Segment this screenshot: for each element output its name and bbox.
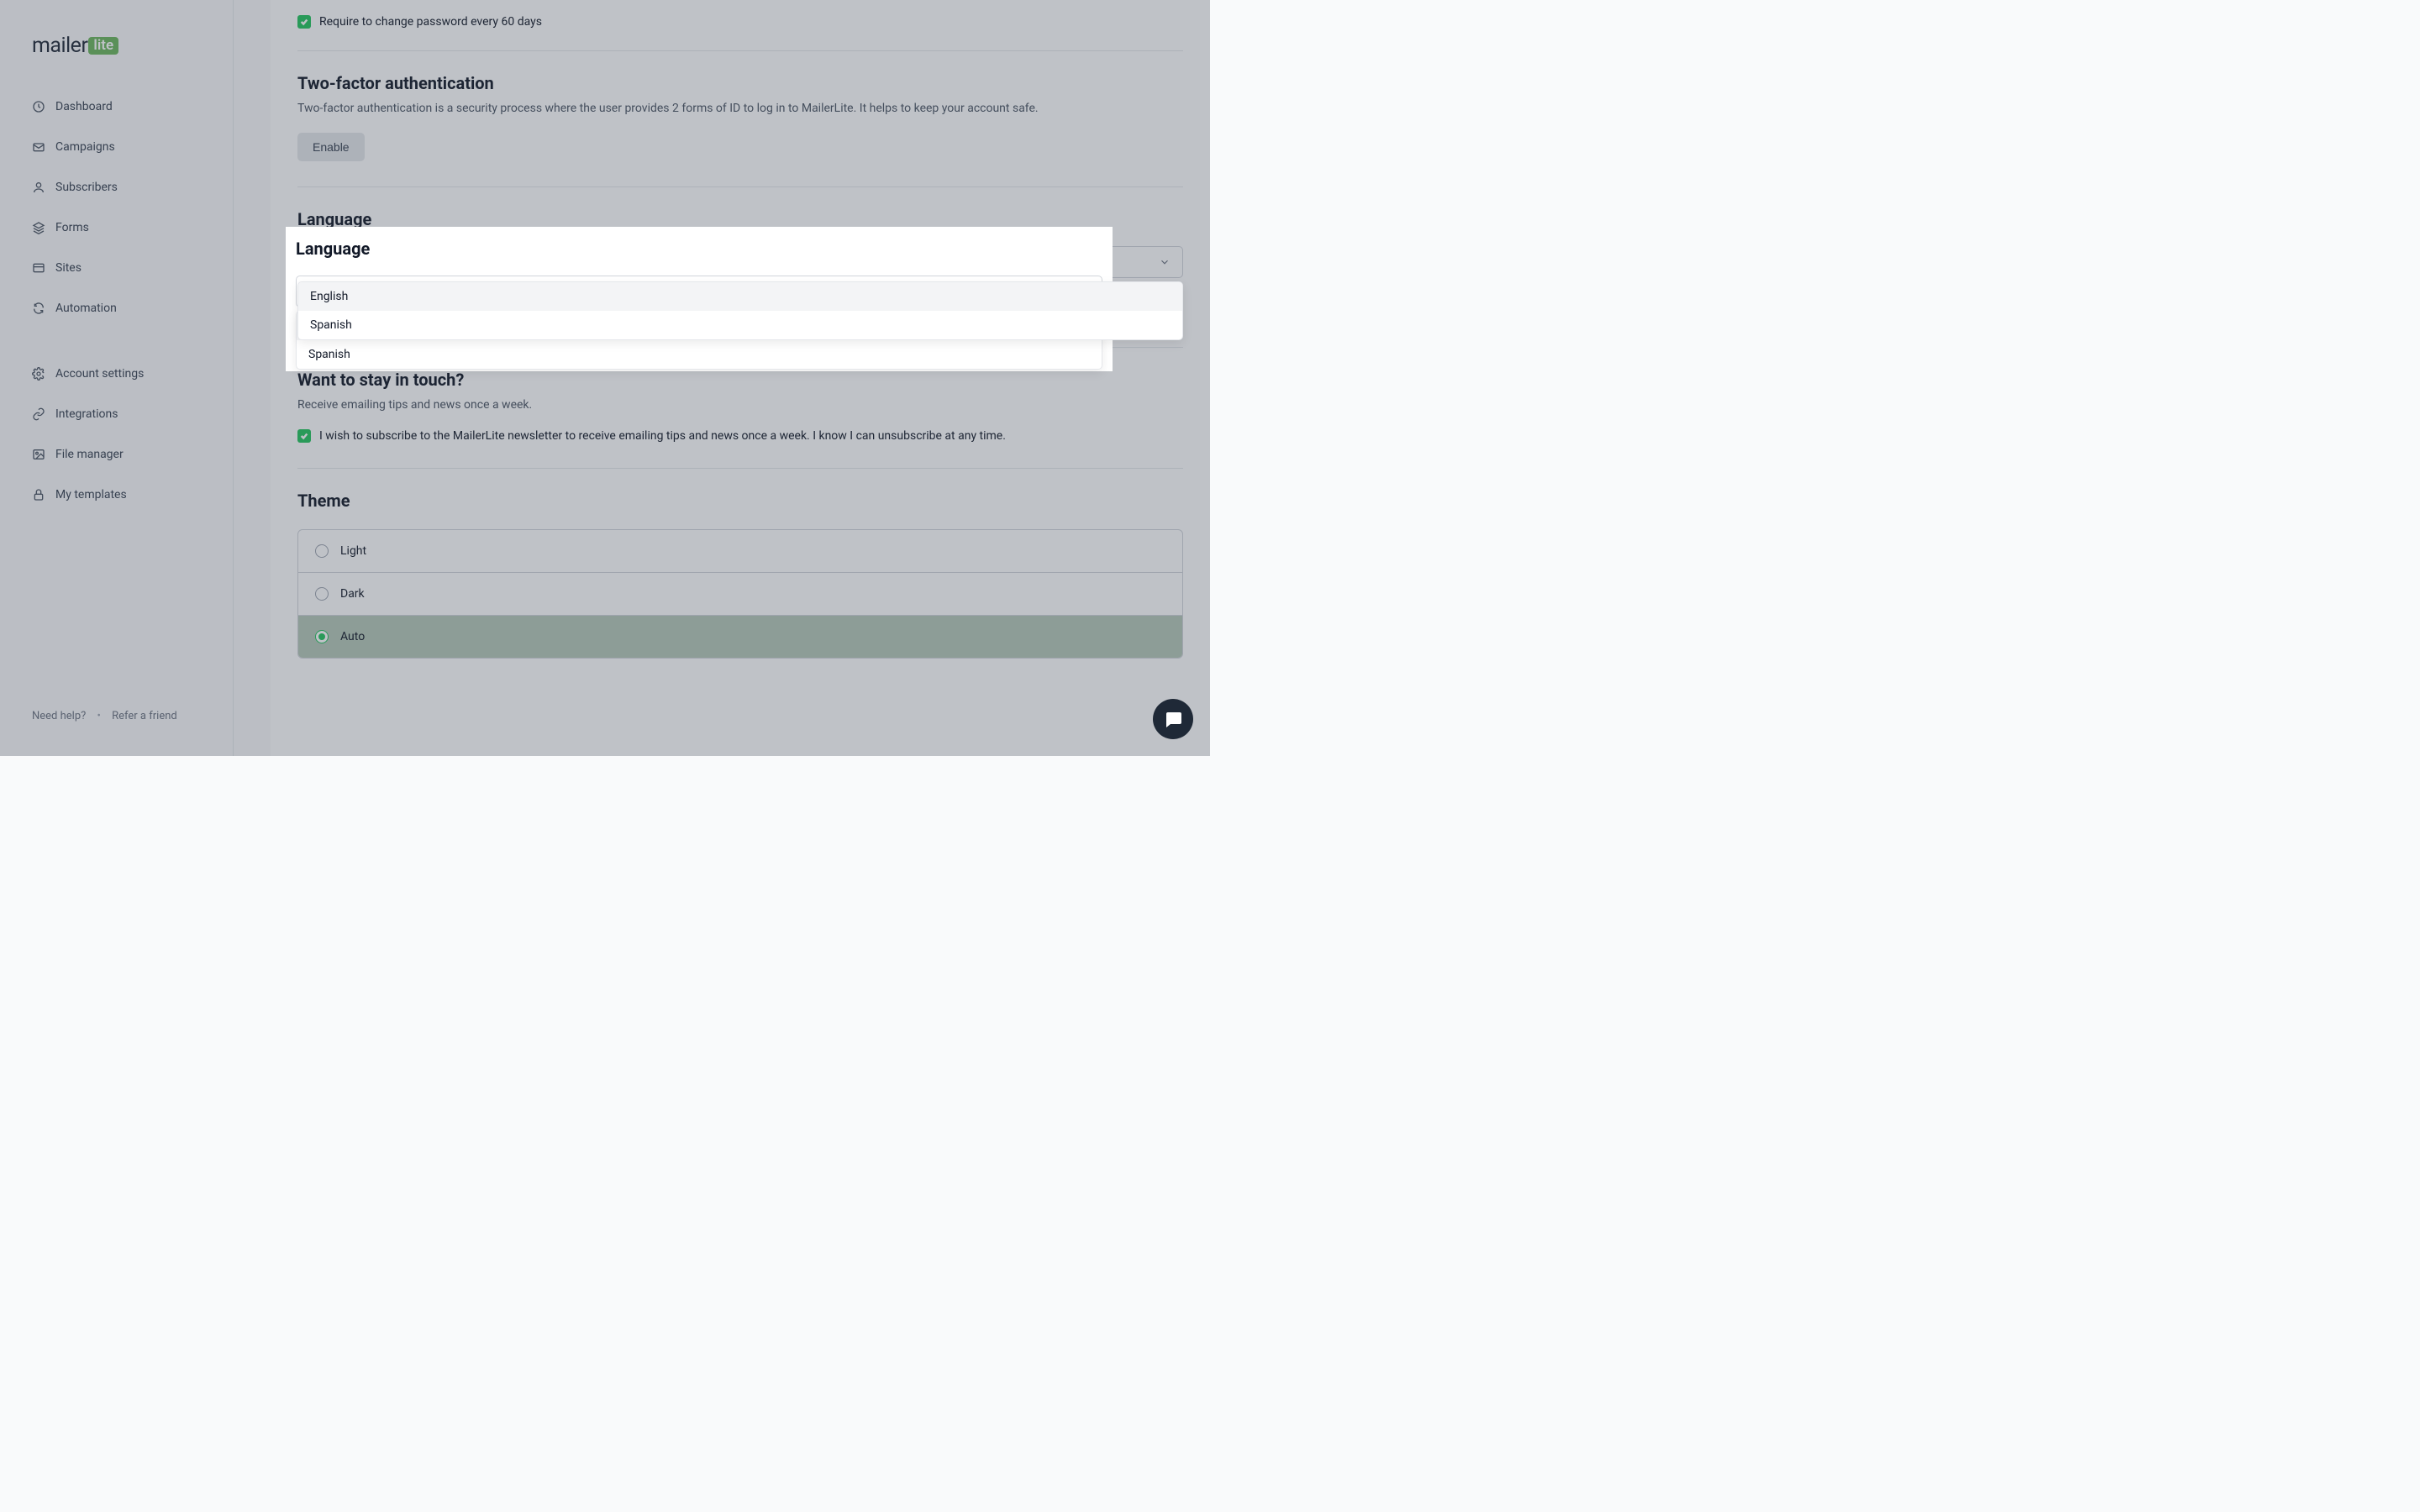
checkbox-label: I wish to subscribe to the MailerLite ne… [319, 429, 1006, 443]
radio-label: Auto [340, 630, 365, 643]
sidebar-item-account-settings[interactable]: Account settings [17, 354, 216, 394]
sidebar-item-subscribers[interactable]: Subscribers [17, 167, 216, 207]
theme-title: Theme [297, 491, 1183, 511]
lock-icon [32, 488, 45, 501]
language-option-english[interactable]: English [298, 282, 1182, 311]
touch-title: Want to stay in touch? [297, 370, 1183, 390]
sidebar-item-label: Sites [55, 261, 82, 275]
radio-checked-icon [315, 630, 329, 643]
radio-label: Dark [340, 587, 365, 601]
sidebar-item-label: Automation [55, 302, 117, 315]
refresh-icon [32, 302, 45, 315]
refer-friend-link[interactable]: Refer a friend [112, 710, 177, 722]
sidebar-item-automation[interactable]: Automation [17, 288, 216, 328]
sidebar-item-label: Account settings [55, 367, 144, 381]
checkbox-checked-icon [297, 15, 311, 29]
section-twofa: Two-factor authentication Two-factor aut… [297, 50, 1183, 186]
sidebar-item-integrations[interactable]: Integrations [17, 394, 216, 434]
window-icon [32, 261, 45, 275]
sidebar-item-file-manager[interactable]: File manager [17, 434, 216, 475]
nav: Dashboard Campaigns Subscribers Forms Si… [0, 81, 233, 696]
content-wrap: Require to change password every 60 days… [234, 0, 1210, 756]
logo-text: mailer [32, 34, 87, 58]
radio-label: Light [340, 544, 366, 558]
sidebar-item-sites[interactable]: Sites [17, 248, 216, 288]
language-dropdown: English Spanish [297, 281, 1183, 340]
theme-option-light[interactable]: Light [298, 530, 1182, 572]
user-icon [32, 181, 45, 194]
need-help-link[interactable]: Need help? [32, 710, 86, 722]
sidebar-item-label: Integrations [55, 407, 118, 421]
touch-desc: Receive emailing tips and news once a we… [297, 396, 1183, 414]
sidebar-footer: Need help? • Refer a friend [0, 696, 233, 736]
sidebar-item-dashboard[interactable]: Dashboard [17, 87, 216, 127]
radio-icon [315, 544, 329, 558]
theme-radio-group: Light Dark Auto [297, 529, 1183, 659]
mail-icon [32, 140, 45, 154]
section-theme: Theme Light Dark Auto [297, 468, 1183, 684]
checkbox-checked-icon [297, 429, 311, 443]
language-option-spanish-spot[interactable]: Spanish [297, 340, 1102, 369]
radio-icon [315, 587, 329, 601]
sidebar-item-label: My templates [55, 488, 127, 501]
link-icon [32, 407, 45, 421]
chevron-down-icon [1159, 256, 1171, 268]
twofa-title: Two-factor authentication [297, 73, 1183, 93]
theme-option-dark[interactable]: Dark [298, 572, 1182, 615]
gear-icon [32, 367, 45, 381]
section-password: Require to change password every 60 days [297, 0, 1183, 50]
theme-option-auto[interactable]: Auto [298, 615, 1182, 658]
sidebar-item-label: Campaigns [55, 140, 115, 154]
content: Require to change password every 60 days… [271, 0, 1210, 756]
sidebar-item-campaigns[interactable]: Campaigns [17, 127, 216, 167]
sidebar-item-label: Dashboard [55, 100, 113, 113]
clock-icon [32, 100, 45, 113]
sidebar-item-label: Forms [55, 221, 89, 234]
sidebar-item-my-templates[interactable]: My templates [17, 475, 216, 515]
chat-icon [1163, 709, 1183, 729]
chat-bubble[interactable] [1153, 699, 1193, 739]
dot-separator: • [97, 710, 101, 722]
layers-icon [32, 221, 45, 234]
twofa-desc: Two-factor authentication is a security … [297, 100, 1183, 118]
language-option-spanish[interactable]: Spanish [298, 311, 1182, 339]
logo-badge: lite [88, 37, 118, 55]
sidebar-item-forms[interactable]: Forms [17, 207, 216, 248]
checkbox-password-change[interactable]: Require to change password every 60 days [297, 15, 1183, 29]
sidebar-item-label: Subscribers [55, 181, 118, 194]
language-title-spot: Language [296, 239, 1102, 259]
enable-button[interactable]: Enable [297, 133, 365, 161]
sidebar: mailerlite Dashboard Campaigns Subscribe… [0, 0, 234, 756]
checkbox-newsletter[interactable]: I wish to subscribe to the MailerLite ne… [297, 429, 1183, 443]
sidebar-item-label: File manager [55, 448, 124, 461]
logo[interactable]: mailerlite [0, 20, 233, 81]
checkbox-label: Require to change password every 60 days [319, 15, 542, 29]
image-icon [32, 448, 45, 461]
